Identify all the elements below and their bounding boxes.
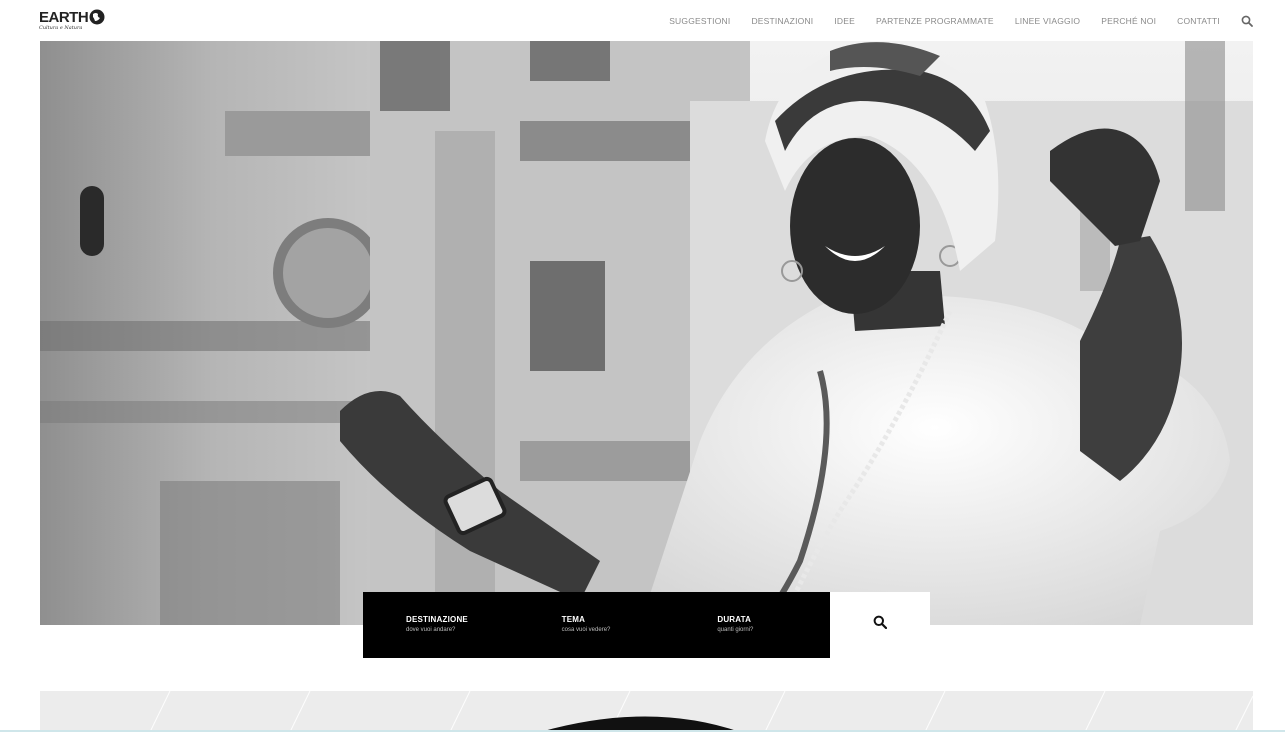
site-logo[interactable]: EARTH Cultura e Natura [39, 8, 109, 32]
search-submit-button[interactable] [830, 592, 930, 658]
nav-suggestioni[interactable]: SUGGESTIONI [669, 16, 730, 26]
logo-wordmark: EARTH [39, 9, 89, 26]
search-icon [873, 615, 887, 629]
destination-hint: dove vuoi andare? [406, 627, 456, 633]
theme-field[interactable]: TEMA cosa vuoi vedere? [519, 592, 675, 658]
nav-perche-noi[interactable]: PERCHÉ NOI [1101, 16, 1156, 26]
nav-linee-viaggio[interactable]: LINEE VIAGGIO [1015, 16, 1080, 26]
theme-hint: cosa vuoi vedere? [561, 627, 611, 633]
site-header: EARTH Cultura e Natura SUGGESTIONI DESTI… [0, 0, 1285, 41]
destination-label: DESTINAZIONE [406, 615, 468, 624]
search-icon[interactable] [1241, 15, 1253, 27]
nav-partenze-programmate[interactable]: PARTENZE PROGRAMMATE [876, 16, 994, 26]
section-background-pattern [149, 691, 1253, 732]
main-nav: SUGGESTIONI DESTINAZIONI IDEE PARTENZE P… [669, 0, 1285, 41]
lower-section [40, 691, 1253, 732]
globe-icon [89, 9, 105, 25]
nav-idee[interactable]: IDEE [834, 16, 855, 26]
destination-field[interactable]: DESTINAZIONE dove vuoi andare? [363, 592, 519, 658]
duration-field[interactable]: DURATA quanti giorni? [674, 592, 830, 658]
duration-label: DURATA [717, 615, 752, 624]
nav-destinazioni[interactable]: DESTINAZIONI [751, 16, 813, 26]
hero-image [40, 41, 1253, 625]
trip-search-bar: DESTINAZIONE dove vuoi andare? TEMA cosa… [363, 592, 830, 658]
logo-tagline: Cultura e Natura [39, 25, 83, 31]
nav-contatti[interactable]: CONTATTI [1177, 16, 1220, 26]
duration-hint: quanti giorni? [717, 627, 754, 633]
theme-label: TEMA [561, 615, 586, 624]
